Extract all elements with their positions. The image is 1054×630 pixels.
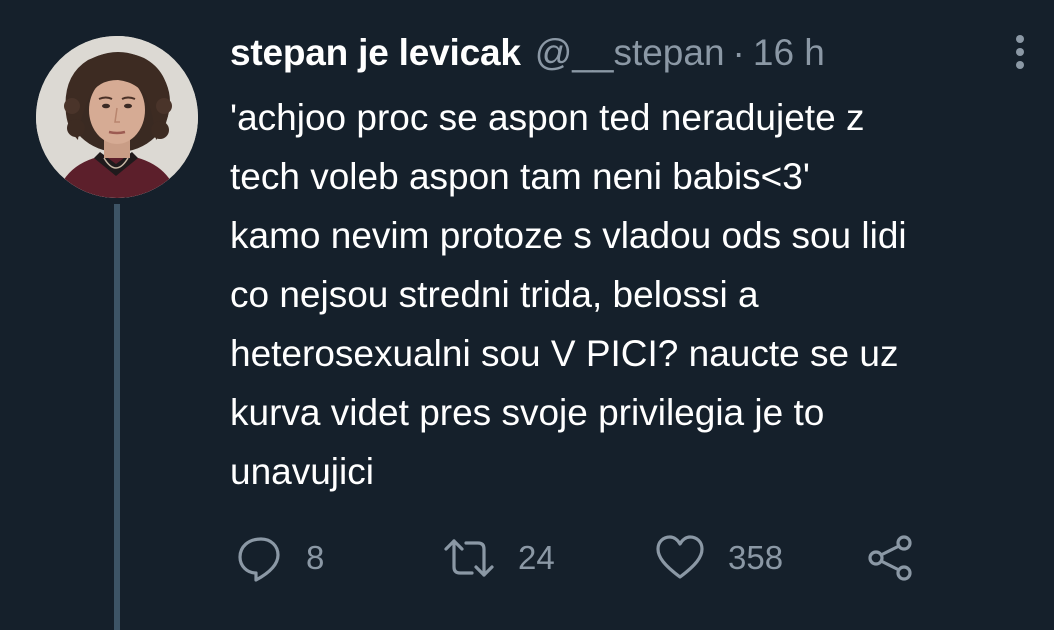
share-icon xyxy=(868,535,912,581)
retweet-icon xyxy=(444,539,494,577)
more-options-button[interactable] xyxy=(1010,32,1030,72)
like-button[interactable]: 358 xyxy=(654,530,783,586)
timestamp[interactable]: 16 h xyxy=(753,32,825,74)
more-icon xyxy=(1016,35,1024,69)
retweet-count: 24 xyxy=(518,539,555,576)
avatar-photo xyxy=(36,36,198,198)
avatar[interactable] xyxy=(36,36,198,198)
tweet[interactable]: stepan je levicak @__stepan · 16 h 'achj… xyxy=(0,0,1054,630)
separator-dot: · xyxy=(732,32,745,73)
thread-line xyxy=(114,204,120,630)
tweet-header: stepan je levicak @__stepan · 16 h xyxy=(230,28,825,78)
share-button[interactable] xyxy=(866,530,916,586)
reply-button[interactable]: 8 xyxy=(234,530,324,586)
display-name[interactable]: stepan je levicak xyxy=(230,32,521,74)
like-count: 358 xyxy=(728,539,784,576)
tweet-text: 'achjoo proc se aspon ted neradujete z t… xyxy=(230,97,907,492)
reply-count: 8 xyxy=(306,539,325,576)
user-handle[interactable]: @__stepan xyxy=(535,32,725,74)
retweet-button[interactable]: 24 xyxy=(442,530,555,586)
heart-icon xyxy=(656,535,704,579)
action-bar: 8 24 358 xyxy=(230,530,1030,586)
reply-icon xyxy=(238,537,280,582)
